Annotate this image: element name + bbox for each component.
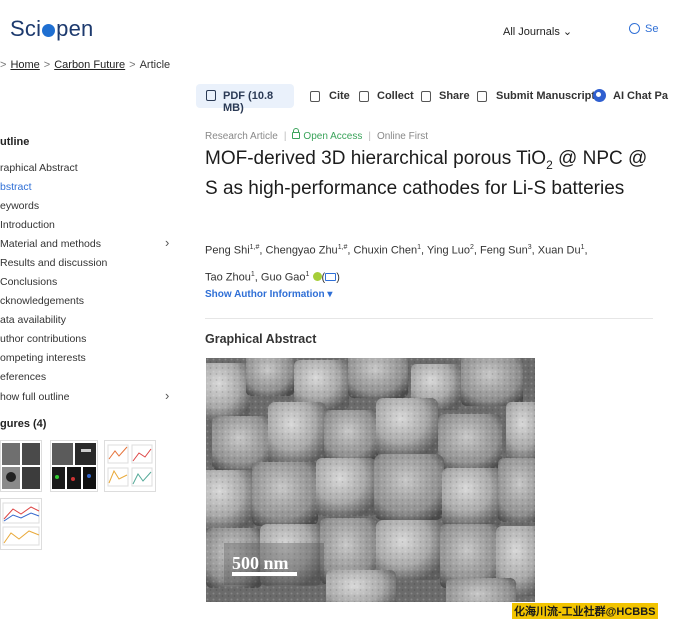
outline-item-material-methods[interactable]: Material and methods [0, 238, 101, 250]
outline-item-keywords[interactable]: eywords [0, 200, 39, 212]
ai-chat-icon [593, 89, 606, 102]
figure-thumbnail-image [107, 444, 153, 487]
outline-item-conclusions[interactable]: Conclusions [0, 276, 57, 288]
outline-item-abstract[interactable]: bstract [0, 181, 32, 193]
sciopen-logo[interactable]: Sci pen [10, 16, 93, 42]
search-icon [629, 23, 640, 34]
figure-thumbnail-image [2, 443, 40, 489]
lock-open-icon [292, 128, 301, 139]
breadcrumb-home-link[interactable]: Home [10, 59, 39, 71]
orcid-icon[interactable] [312, 272, 322, 282]
submit-manuscript-icon [477, 91, 487, 102]
outline-item-author-contributions[interactable]: uthor contributions [0, 333, 86, 345]
chevron-down-icon: ⌄ [562, 26, 573, 38]
figure-thumbnail-2[interactable] [50, 440, 98, 492]
breadcrumb: > Home > Carbon Future > Article [0, 59, 170, 71]
caret-down-icon: ▾ [327, 289, 333, 300]
meta-divider: | [283, 131, 287, 142]
author-name[interactable]: Tao Zhou [205, 271, 251, 283]
logo-dot [42, 24, 56, 37]
share-icon [421, 91, 431, 102]
author-name[interactable]: Chuxin Chen [354, 245, 418, 257]
author-name[interactable]: Peng Shi [205, 245, 250, 257]
article-toolbar: PDF (10.8 MB) Cite Collect Share Submit … [196, 84, 668, 114]
meta-divider: | [368, 131, 371, 142]
open-access-badge: Open Access [292, 128, 362, 142]
breadcrumb-journal-link[interactable]: Carbon Future [54, 59, 125, 71]
pdf-icon [206, 90, 216, 101]
breadcrumb-separator: > [43, 59, 51, 71]
top-navigation-bar: Sci pen All Journals ⌄ Se [0, 0, 662, 52]
author-name[interactable]: Xuan Du [538, 245, 581, 257]
graphical-abstract-heading: Graphical Abstract [205, 332, 317, 346]
figure-thumbnail-image [2, 502, 40, 546]
breadcrumb-separator: > [0, 59, 7, 71]
author-name[interactable]: Ying Luo [427, 245, 470, 257]
outline-item-results-discussion[interactable]: Results and discussion [0, 257, 107, 269]
scale-bar-label: 500 nm [232, 553, 289, 573]
watermark: 化海川流-工业社群@HCBBS [512, 603, 658, 619]
collect-button[interactable]: Collect [377, 90, 414, 102]
show-full-outline-link[interactable]: how full outline [0, 391, 69, 403]
outline-item-data-availability[interactable]: ata availability [0, 314, 66, 326]
article-status: Online First [376, 131, 429, 142]
cite-icon [310, 91, 320, 102]
author-name[interactable]: Feng Sun [480, 245, 528, 257]
figure-thumbnail-1[interactable] [0, 440, 42, 492]
author-name[interactable]: Chengyao Zhu [266, 245, 338, 257]
chevron-right-icon[interactable]: › [165, 388, 169, 403]
chevron-right-icon[interactable]: › [165, 235, 169, 250]
outline-item-introduction[interactable]: Introduction [0, 219, 55, 231]
outline-item-graphical-abstract[interactable]: raphical Abstract [0, 162, 78, 174]
section-divider [205, 318, 653, 319]
figure-thumbnail-4[interactable] [0, 498, 42, 550]
figures-heading: gures (4) [0, 418, 47, 430]
author-list: Peng Shi1,#, Chengyao Zhu1,#, Chuxin Che… [205, 244, 588, 284]
share-button[interactable]: Share [439, 90, 470, 102]
outline-item-competing-interests[interactable]: ompeting interests [0, 352, 86, 364]
article-type: Research Article [205, 131, 278, 142]
author-name[interactable]: Guo Gao [261, 271, 306, 283]
article-title: MOF-derived 3D hierarchical porous TiO2 … [205, 148, 648, 200]
figure-thumbnail-image [52, 443, 96, 489]
breadcrumb-separator: > [129, 59, 136, 71]
ai-chat-button[interactable]: AI Chat Pa [613, 90, 668, 102]
show-author-information-toggle[interactable]: Show Author Information ▾ [205, 289, 332, 300]
all-journals-dropdown[interactable]: All Journals ⌄ [503, 25, 572, 38]
cite-button[interactable]: Cite [329, 90, 350, 102]
outline-item-references[interactable]: eferences [0, 371, 46, 383]
outline-item-acknowledgements[interactable]: cknowledgements [0, 295, 84, 307]
breadcrumb-current: Article [139, 59, 171, 71]
submit-manuscript-button[interactable]: Submit Manuscript [496, 90, 595, 102]
collect-icon [359, 91, 369, 102]
scale-bar [232, 572, 297, 576]
outline-heading: utline [0, 136, 30, 148]
mail-icon[interactable] [325, 273, 337, 282]
article-meta: Research Article | Open Access | Online Firs… [205, 128, 429, 142]
pdf-download-button[interactable]: PDF (10.8 MB) [196, 84, 294, 114]
search-button[interactable]: Se [629, 23, 658, 35]
figure-thumbnail-3[interactable] [104, 440, 156, 492]
